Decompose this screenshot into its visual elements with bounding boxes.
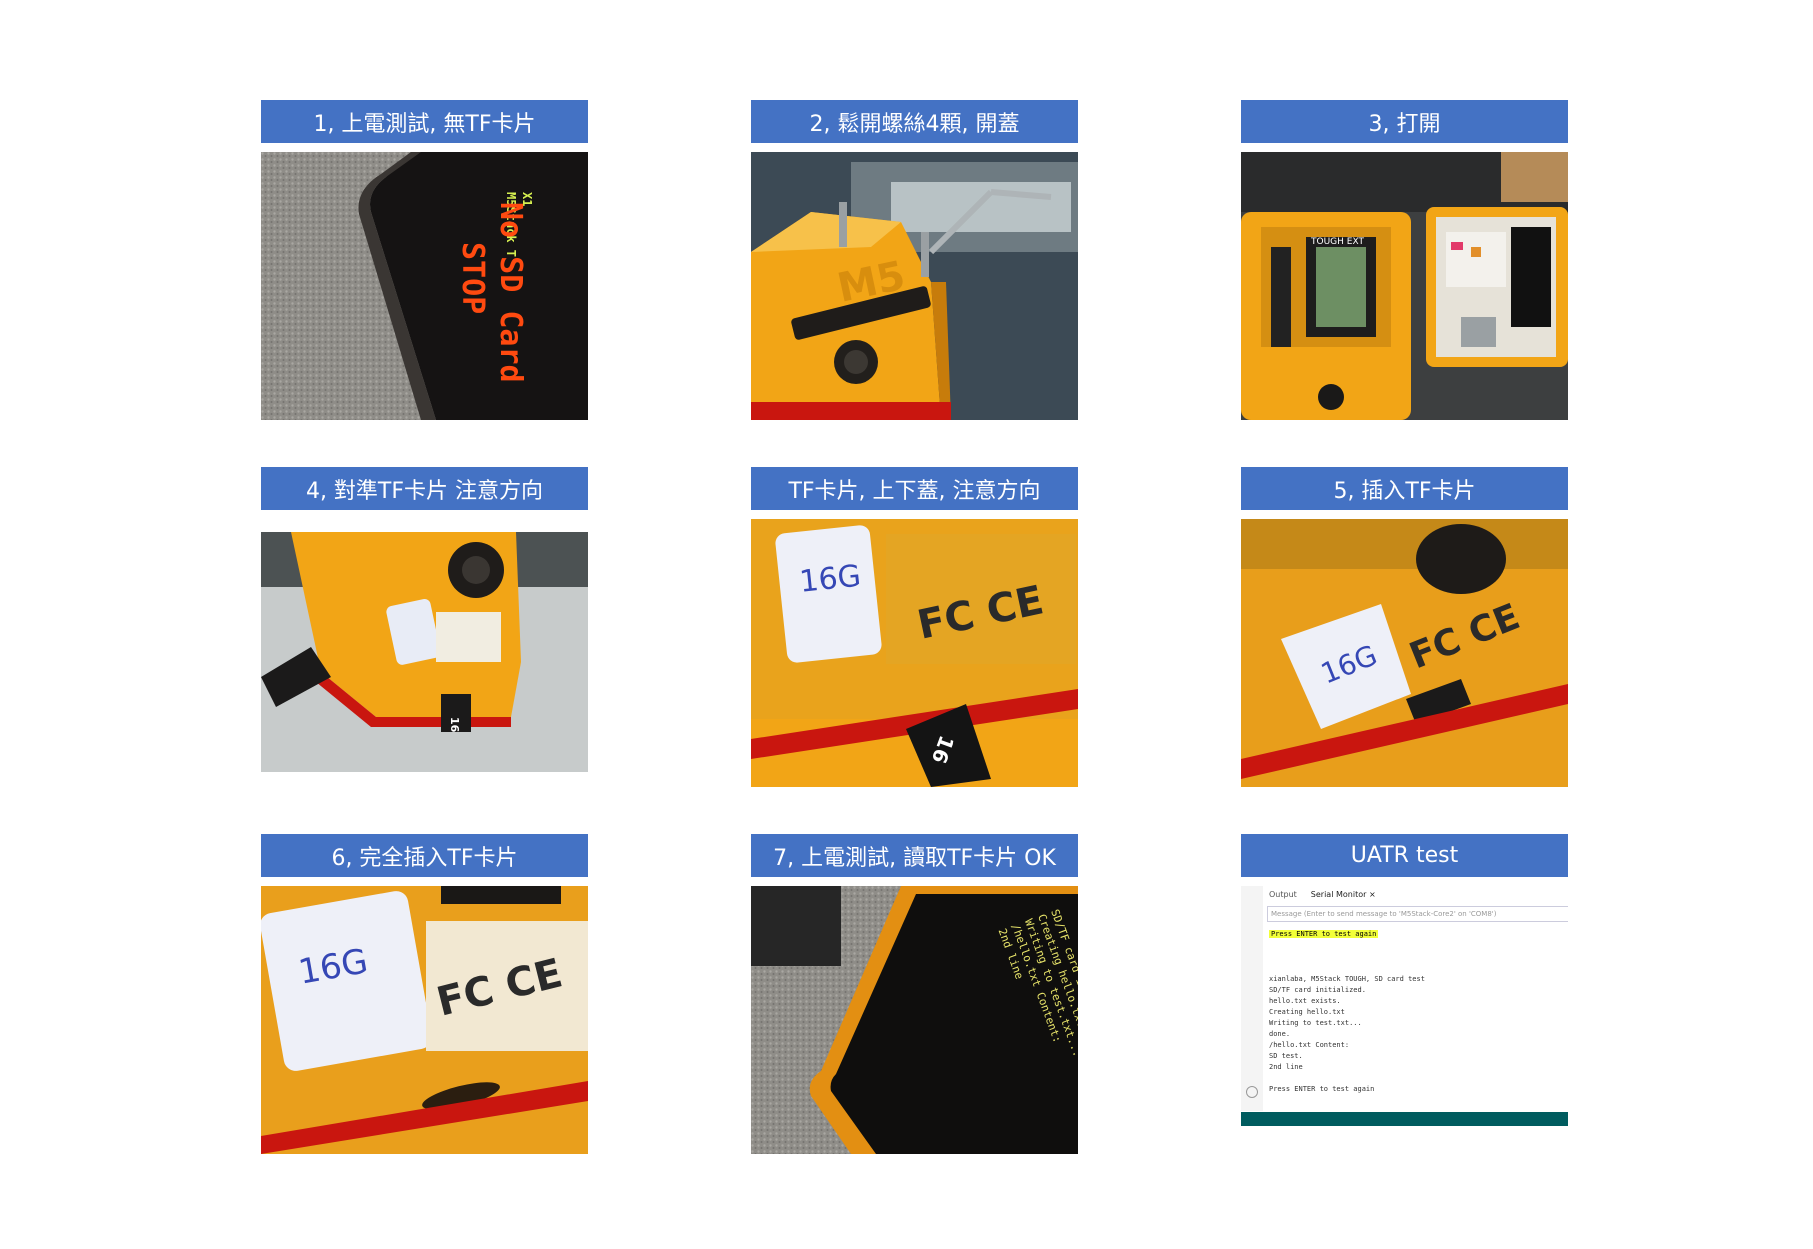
step-5-title: 5, 插入TF卡片 <box>1241 467 1568 510</box>
output-tab[interactable]: Output <box>1269 890 1297 899</box>
step-7-panel: 7, 上電測試, 讀取TF卡片 OK SD/TF card initialize… <box>751 834 1078 1154</box>
step-tf-orientation-title: TF卡片, 上下蓋, 注意方向 <box>751 467 1078 510</box>
serial-monitor-tab[interactable]: Serial Monitor × <box>1311 890 1376 899</box>
step-tf-orientation-photo: 16G FC CE 16 <box>751 519 1078 787</box>
step-1-panel: 1, 上電測試, 無TF卡片 X1 M5Stack T No SD Card S… <box>261 100 588 420</box>
tough-ext-label: TOUGH EXT <box>1310 237 1364 247</box>
highlighted-line: Press ENTER to test again <box>1269 930 1379 938</box>
serial-output: xianlaba, M5Stack TOUGH, SD card test SD… <box>1269 975 1425 1093</box>
step-2-title: 2, 鬆開螺絲4顆, 開蓋 <box>751 100 1078 143</box>
step-3-photo: TOUGH EXT <box>1241 152 1568 420</box>
status-bar <box>1241 1112 1568 1126</box>
serial-message-input[interactable]: Message (Enter to send message to 'M5Sta… <box>1267 906 1568 922</box>
settings-icon[interactable] <box>1246 1086 1258 1098</box>
step-7-photo: SD/TF card initialized. Creating hello.t… <box>751 886 1078 1154</box>
close-icon[interactable]: × <box>1369 890 1376 899</box>
uatr-test-panel: UATR test Output Serial Monitor × Messag… <box>1241 834 1568 1126</box>
step-4-panel: 4, 對準TF卡片 注意方向 16 <box>261 467 588 772</box>
step-4-photo: 16 <box>261 532 588 772</box>
step-2-photo: M5 <box>751 152 1078 420</box>
step-2-panel: 2, 鬆開螺絲4顆, 開蓋 M5 <box>751 100 1078 420</box>
step-3-panel: 3, 打開 TOUGH EXT <box>1241 100 1568 420</box>
step-3-title: 3, 打開 <box>1241 100 1568 143</box>
step-7-title: 7, 上電測試, 讀取TF卡片 OK <box>751 834 1078 877</box>
uatr-test-title: UATR test <box>1241 834 1568 877</box>
step-6-photo: 16G FC CE <box>261 886 588 1154</box>
step-5-photo: 16G FC CE <box>1241 519 1568 787</box>
serial-monitor-screenshot: Output Serial Monitor × Message (Enter t… <box>1241 886 1568 1126</box>
step-1-title: 1, 上電測試, 無TF卡片 <box>261 100 588 143</box>
tf-card-label-small: 16 <box>448 717 461 733</box>
step-1-photo: X1 M5Stack T No SD Card STOP <box>261 152 588 420</box>
step-4-title: 4, 對準TF卡片 注意方向 <box>261 467 588 510</box>
svg-text:16G: 16G <box>798 559 863 600</box>
step-tf-orientation-panel: TF卡片, 上下蓋, 注意方向 16G FC CE 16 <box>751 467 1078 787</box>
step-6-title: 6, 完全插入TF卡片 <box>261 834 588 877</box>
step-6-panel: 6, 完全插入TF卡片 16G FC CE <box>261 834 588 1154</box>
screen-line-4: STOP <box>455 242 490 314</box>
step-5-panel: 5, 插入TF卡片 16G FC CE <box>1241 467 1568 787</box>
screen-line-3: No SD Card <box>493 202 528 383</box>
